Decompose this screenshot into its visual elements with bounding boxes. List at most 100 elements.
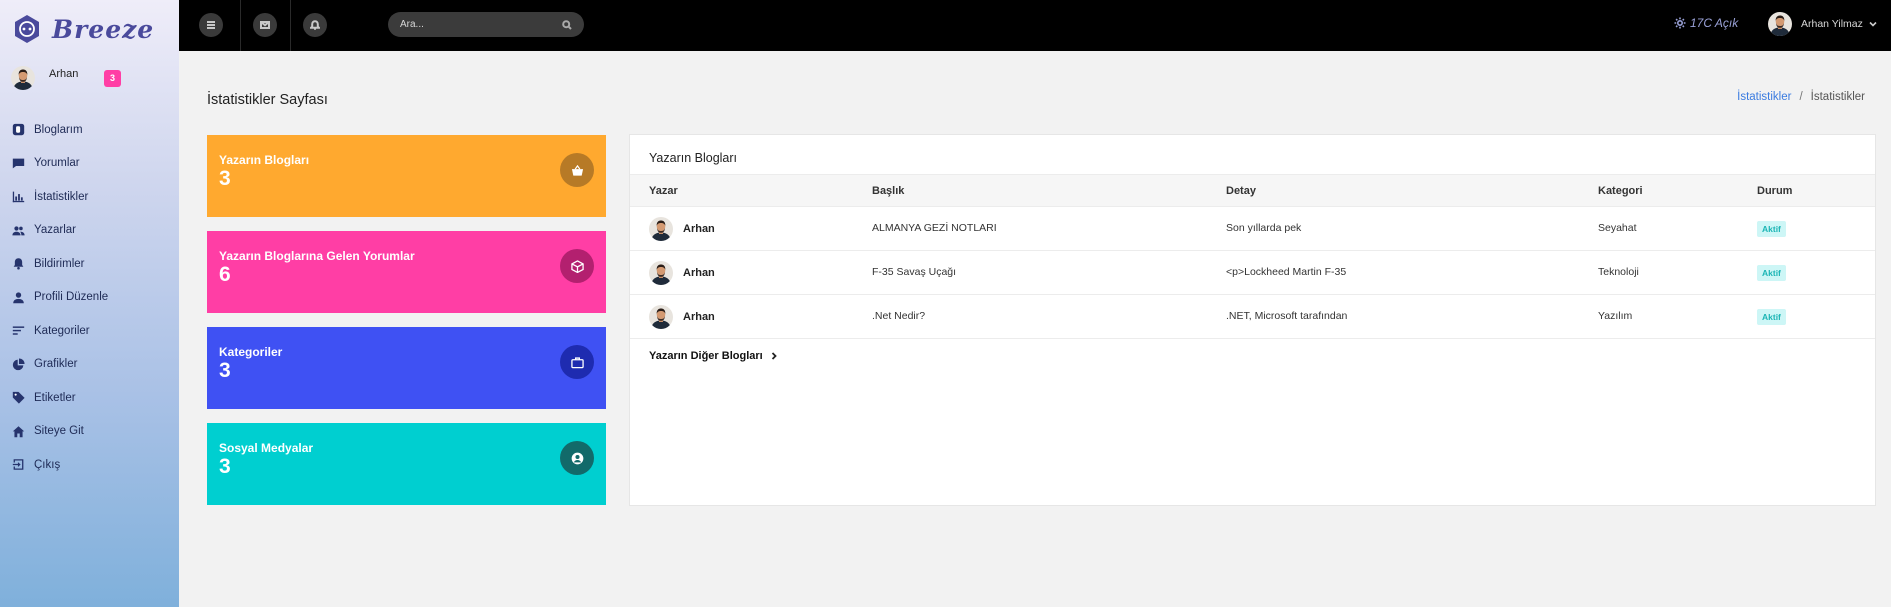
stat-value: 3 [219, 455, 231, 478]
bell-icon [310, 20, 320, 30]
sidebar-item-label: Çıkış [34, 458, 61, 471]
avatar [11, 66, 35, 90]
sidebar-item-grafikler[interactable]: Grafikler [12, 348, 108, 382]
stat-label: Yazarın Bloglarına Gelen Yorumlar [219, 249, 415, 263]
avatar [649, 261, 673, 285]
chevron-down-icon [1869, 21, 1877, 27]
sidebar-item-istatistikler[interactable]: İstatistikler [12, 180, 108, 214]
author-name: Arhan [683, 267, 715, 279]
table-row[interactable]: Arhan ALMANYA GEZİ NOTLARI Son yıllarda … [630, 207, 1875, 251]
stat-card-categories[interactable]: Kategoriler 3 [207, 327, 606, 409]
stat-label: Kategoriler [219, 345, 283, 359]
table-row[interactable]: Arhan F-35 Savaş Uçağı <p>Lockheed Marti… [630, 251, 1875, 295]
bell-icon [13, 258, 24, 270]
sidebar-item-siteye-git[interactable]: Siteye Git [12, 415, 108, 449]
stat-card-social[interactable]: Sosyal Medyalar 3 [207, 423, 606, 505]
sidebar-item-bloglarim[interactable]: Bloglarım [12, 113, 108, 147]
pie-chart-icon [12, 358, 25, 370]
sort-lines-icon [12, 326, 25, 335]
user-circle-icon [571, 452, 583, 464]
breadcrumb: İstatistikler / İstatistikler [1737, 91, 1865, 103]
panel-title: Yazarın Blogları [649, 151, 738, 165]
sidebar-item-label: Etiketler [34, 391, 76, 404]
stat-card-blogs[interactable]: Yazarın Blogları 3 [207, 135, 606, 217]
column-header: Yazar [649, 185, 678, 197]
notifications-button[interactable] [303, 13, 327, 37]
home-icon [12, 425, 25, 437]
stat-value: 3 [219, 359, 231, 382]
mail-icon [260, 21, 270, 29]
bar-chart-icon [12, 191, 25, 203]
sidebar-item-bildirimler[interactable]: Bildirimler [12, 247, 108, 281]
user-name: Arhan Yilmaz [1801, 18, 1863, 30]
sidebar-user[interactable]: Arhan [11, 66, 78, 90]
column-header: Detay [1226, 185, 1256, 197]
brand-logo-icon [15, 15, 39, 43]
sidebar-item-profili-duzenle[interactable]: Profili Düzenle [12, 281, 108, 315]
menu-toggle-button[interactable] [199, 13, 223, 37]
sun-icon [1674, 17, 1686, 29]
brand[interactable]: Breeze [12, 14, 154, 44]
status-badge: Aktif [1757, 221, 1786, 237]
stat-icon [560, 153, 594, 187]
user-menu[interactable]: Arhan Yilmaz [1768, 12, 1877, 36]
title-cell: .Net Nedir? [872, 310, 926, 322]
author-cell: Arhan [649, 305, 715, 329]
sidebar-item-yazarlar[interactable]: Yazarlar [12, 214, 108, 248]
blogs-table-panel: Yazarın Blogları Yazar Başlık Detay Kate… [629, 134, 1876, 506]
category-cell: Yazılım [1598, 310, 1633, 322]
status-badge: Aktif [1757, 309, 1786, 325]
divider [240, 0, 241, 51]
cube-icon [570, 259, 584, 273]
detail-cell: .NET, Microsoft tarafından [1226, 310, 1348, 322]
sidebar: Breeze Arhan 3 Bloglarım Yorumlar İstati… [0, 0, 179, 607]
sidebar-item-label: Grafikler [34, 358, 78, 371]
top-bar: 17C Açık Arhan Yilmaz [179, 0, 1891, 51]
blog-icon [12, 124, 25, 136]
brand-name: Breeze [52, 14, 155, 44]
messages-button[interactable] [253, 13, 277, 37]
stat-icon [560, 441, 594, 475]
search-box[interactable] [388, 12, 584, 37]
column-header: Başlık [872, 185, 905, 197]
weather-widget: 17C Açık [1674, 16, 1738, 30]
weather-text: 17C Açık [1690, 16, 1739, 30]
sidebar-item-label: Siteye Git [34, 425, 84, 438]
column-header: Kategori [1598, 185, 1643, 197]
stat-label: Sosyal Medyalar [219, 441, 314, 455]
category-cell: Seyahat [1598, 222, 1637, 234]
sidebar-item-kategoriler[interactable]: Kategoriler [12, 314, 108, 348]
users-icon [12, 226, 25, 236]
sidebar-item-yorumlar[interactable]: Yorumlar [12, 147, 108, 181]
avatar [649, 217, 673, 241]
stat-value: 3 [219, 167, 231, 190]
sidebar-item-cikis[interactable]: Çıkış [12, 448, 108, 482]
sidebar-item-label: Yazarlar [34, 224, 76, 237]
sidebar-item-label: Yorumlar [34, 157, 80, 170]
notification-badge: 3 [104, 70, 121, 87]
title-cell: ALMANYA GEZİ NOTLARI [872, 222, 997, 234]
more-blogs-label: Yazarın Diğer Blogları [649, 350, 763, 362]
category-cell: Teknoloji [1598, 266, 1639, 278]
breadcrumb-link[interactable]: İstatistikler [1737, 91, 1791, 103]
detail-cell: Son yıllarda pek [1226, 222, 1302, 234]
author-name: Arhan [683, 311, 715, 323]
stat-card-comments[interactable]: Yazarın Bloglarına Gelen Yorumlar 6 [207, 231, 606, 313]
sidebar-item-label: Profili Düzenle [34, 291, 109, 304]
stat-icon [560, 345, 594, 379]
avatar [649, 305, 673, 329]
comment-icon [12, 158, 25, 169]
logout-icon [12, 459, 24, 471]
search-icon[interactable] [562, 19, 572, 30]
search-input[interactable] [400, 19, 562, 30]
avatar [1768, 12, 1792, 36]
tag-icon [12, 392, 25, 404]
breadcrumb-current: İstatistikler [1810, 91, 1865, 103]
sidebar-item-label: İstatistikler [34, 190, 89, 203]
more-blogs-link[interactable]: Yazarın Diğer Blogları [649, 350, 778, 362]
table-row[interactable]: Arhan .Net Nedir? .NET, Microsoft tarafı… [630, 295, 1875, 339]
sidebar-item-label: Kategoriler [34, 324, 90, 337]
sidebar-item-label: Bloglarım [34, 123, 83, 136]
sidebar-item-etiketler[interactable]: Etiketler [12, 381, 108, 415]
title-cell: F-35 Savaş Uçağı [872, 266, 957, 278]
